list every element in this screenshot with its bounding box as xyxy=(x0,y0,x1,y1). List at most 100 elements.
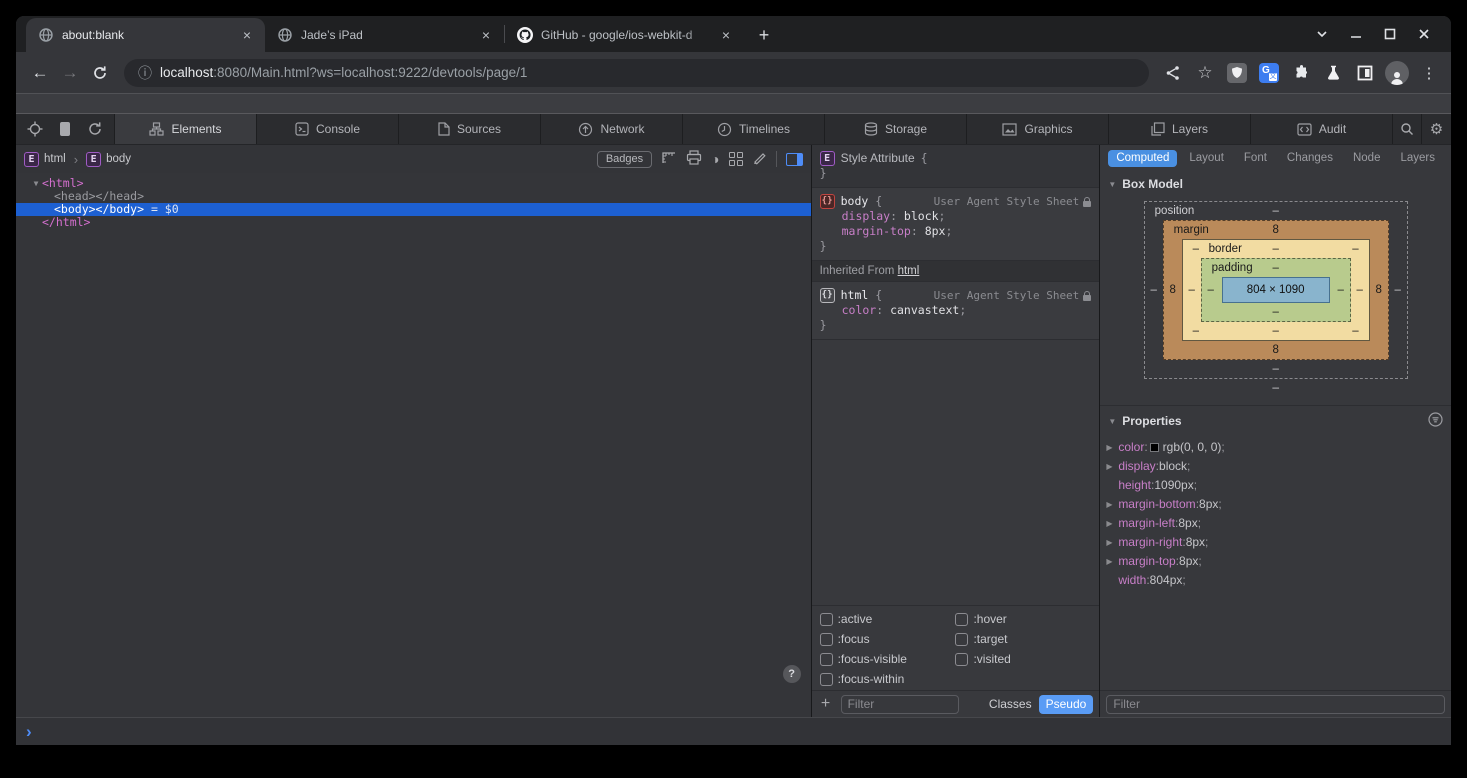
css-property[interactable]: margin-top: 8px; xyxy=(820,224,1092,239)
computed-property-margin-bottom[interactable]: ▶margin-bottom: 8px; xyxy=(1100,495,1451,514)
style-attribute-section[interactable]: E Style Attribute { } xyxy=(812,145,1100,188)
pseudo-target[interactable]: :target xyxy=(955,632,1091,646)
extensions-puzzle-icon[interactable] xyxy=(1287,59,1315,87)
profile-avatar[interactable] xyxy=(1383,59,1411,87)
properties-filter-icon[interactable] xyxy=(1428,412,1443,430)
add-rule-button[interactable]: + xyxy=(818,695,834,713)
dom-node-html-close[interactable]: </html> xyxy=(16,216,811,229)
css-rule-html[interactable]: {} html { User Agent Style Sheet color: … xyxy=(812,282,1100,340)
reader-panel-extension-icon[interactable] xyxy=(1351,59,1379,87)
tab-sources[interactable]: Sources xyxy=(399,114,541,144)
console-prompt-row[interactable]: › xyxy=(16,717,1451,745)
device-mode-icon[interactable] xyxy=(52,117,78,141)
tab-about-blank[interactable]: about:blank × xyxy=(26,18,265,52)
tab-console[interactable]: Console xyxy=(257,114,399,144)
forward-button[interactable]: → xyxy=(56,59,84,87)
breadcrumb-html[interactable]: E html xyxy=(24,152,66,167)
devtools-reload-icon[interactable] xyxy=(82,117,108,141)
badges-button[interactable]: Badges xyxy=(597,151,652,168)
computed-property-width[interactable]: width: 804px; xyxy=(1100,571,1451,590)
styles-filter-input[interactable] xyxy=(841,695,959,714)
tab-timelines[interactable]: Timelines xyxy=(683,114,825,144)
pseudo-focus-visible[interactable]: :focus-visible xyxy=(820,652,956,666)
box-model-section-header[interactable]: ▼ Box Model xyxy=(1100,171,1451,197)
reload-button[interactable] xyxy=(86,59,114,87)
classes-toggle[interactable]: Classes xyxy=(989,697,1032,711)
pseudo-visited[interactable]: :visited xyxy=(955,652,1091,666)
tab-network[interactable]: Network xyxy=(541,114,683,144)
computed-property-margin-right[interactable]: ▶margin-right: 8px; xyxy=(1100,533,1451,552)
tab-close-icon[interactable]: × xyxy=(239,27,255,43)
edit-brush-icon[interactable] xyxy=(752,150,767,168)
computed-property-height[interactable]: height: 1090px; xyxy=(1100,476,1451,495)
css-property[interactable]: display: block; xyxy=(820,209,1092,224)
pseudo-hover[interactable]: :hover xyxy=(955,612,1091,626)
ruler-icon[interactable] xyxy=(661,151,677,168)
console-prompt-chevron[interactable]: › xyxy=(26,723,32,740)
checkbox[interactable] xyxy=(820,653,833,666)
tab-layout[interactable]: Layout xyxy=(1181,150,1232,167)
minimize-button[interactable] xyxy=(1339,28,1373,40)
tab-layers[interactable]: Layers xyxy=(1109,114,1251,144)
translate-extension-icon[interactable]: G文 xyxy=(1255,59,1283,87)
tab-storage[interactable]: Storage xyxy=(825,114,967,144)
tab-close-icon[interactable]: × xyxy=(478,27,494,43)
checkbox[interactable] xyxy=(820,613,833,626)
computed-property-margin-top[interactable]: ▶margin-top: 8px; xyxy=(1100,552,1451,571)
details-sidebar-toggle-icon[interactable] xyxy=(786,153,803,166)
breadcrumb-body[interactable]: E body xyxy=(86,152,131,167)
help-button[interactable]: ? xyxy=(783,665,801,683)
pseudo-focus-within[interactable]: :focus-within xyxy=(820,672,956,686)
tab-github[interactable]: GitHub - google/ios-webkit-d × xyxy=(505,18,744,52)
pseudo-active[interactable]: :active xyxy=(820,612,956,626)
checkbox[interactable] xyxy=(955,653,968,666)
computed-scroll-area[interactable]: ▼ Box Model position– – margin8 8 xyxy=(1100,171,1451,690)
tab-changes[interactable]: Changes xyxy=(1279,150,1341,167)
print-icon[interactable] xyxy=(686,150,702,168)
checkbox[interactable] xyxy=(955,613,968,626)
checkbox[interactable] xyxy=(820,633,833,646)
tab-audit[interactable]: Audit xyxy=(1251,114,1393,144)
tab-font[interactable]: Font xyxy=(1236,150,1275,167)
css-rule-body[interactable]: {} body { User Agent Style Sheet display… xyxy=(812,188,1100,261)
devtools-settings-gear-icon[interactable]: ⚙ xyxy=(1422,114,1451,144)
dom-node-body-selected[interactable]: <body></body> = $0 xyxy=(16,203,811,216)
expand-triangle-icon[interactable]: ▼ xyxy=(30,177,42,190)
url-bar[interactable]: ⓘ localhost:8080/Main.html?ws=localhost:… xyxy=(124,59,1149,87)
new-tab-button[interactable]: + xyxy=(750,21,778,49)
computed-property-margin-left[interactable]: ▶margin-left: 8px; xyxy=(1100,514,1451,533)
tab-elements[interactable]: Elements xyxy=(115,114,257,144)
back-button[interactable]: ← xyxy=(26,59,54,87)
computed-property-display[interactable]: ▶display: block; xyxy=(1100,457,1451,476)
tab-search-chevron-icon[interactable] xyxy=(1305,30,1339,38)
tab-computed[interactable]: Computed xyxy=(1108,150,1177,167)
checkbox[interactable] xyxy=(820,673,833,686)
close-window-button[interactable] xyxy=(1407,28,1441,40)
bookmark-star-icon[interactable]: ☆ xyxy=(1191,59,1219,87)
inherited-html-link[interactable]: html xyxy=(898,265,920,277)
computed-property-color[interactable]: ▶color: rgb(0, 0, 0); xyxy=(1100,438,1451,457)
devtools-search-icon[interactable] xyxy=(1393,114,1422,144)
tab-jades-ipad[interactable]: Jade’s iPad × xyxy=(265,18,504,52)
box-border[interactable]: –border–– – padding– – xyxy=(1182,239,1370,341)
dom-tree[interactable]: ▼<html> <head></head> <body></body> = $0… xyxy=(16,173,811,717)
collapse-triangle-icon[interactable]: ▼ xyxy=(1108,417,1116,426)
box-padding[interactable]: padding– – 804 × 1090 – – xyxy=(1201,258,1351,322)
flask-extension-icon[interactable] xyxy=(1319,59,1347,87)
layout-grid-icon[interactable] xyxy=(729,152,743,166)
tab-node[interactable]: Node xyxy=(1345,150,1389,167)
css-property[interactable]: color: canvastext; xyxy=(820,303,1092,318)
inspect-element-icon[interactable] xyxy=(22,117,48,141)
checkbox[interactable] xyxy=(955,633,968,646)
browser-menu-kebab-icon[interactable]: ⋮ xyxy=(1415,59,1443,87)
box-position[interactable]: position– – margin8 8 –border–– xyxy=(1144,201,1408,379)
pseudo-focus[interactable]: :focus xyxy=(820,632,956,646)
maximize-button[interactable] xyxy=(1373,28,1407,40)
share-icon[interactable] xyxy=(1159,59,1187,87)
tab-graphics[interactable]: Graphics xyxy=(967,114,1109,144)
box-content[interactable]: 804 × 1090 xyxy=(1222,277,1330,303)
appearance-contrast-icon[interactable]: ◑ xyxy=(711,152,719,166)
box-margin[interactable]: margin8 8 –border–– – xyxy=(1163,220,1389,360)
properties-section-header[interactable]: ▼ Properties xyxy=(1100,405,1451,436)
tab-close-icon[interactable]: × xyxy=(718,27,734,43)
